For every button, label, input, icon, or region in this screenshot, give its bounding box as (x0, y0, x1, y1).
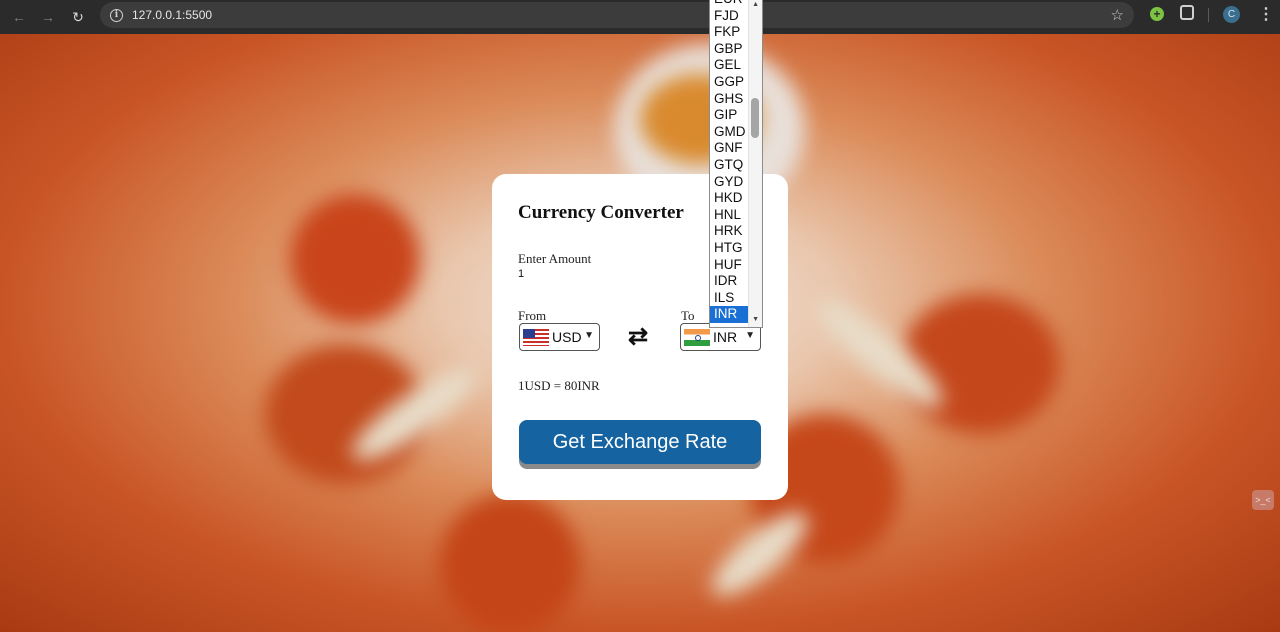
euro-symbol-shape (900, 294, 1060, 434)
chevron-down-icon: ▼ (745, 330, 755, 341)
from-currency-value: USD (552, 329, 582, 345)
reload-icon[interactable]: ↻ (63, 3, 93, 31)
dropdown-option[interactable]: HUF (710, 257, 750, 274)
dropdown-option[interactable]: ILS (710, 290, 750, 307)
dropdown-option[interactable]: GIP (710, 107, 750, 124)
amount-label: Enter Amount (518, 251, 592, 266)
dropdown-option[interactable]: HRK (710, 223, 750, 240)
bookmark-star-icon[interactable]: ☆ (1111, 6, 1124, 24)
more-menu-icon[interactable]: ⋮ (1258, 4, 1274, 24)
us-flag-icon (523, 328, 549, 346)
dropdown-option[interactable]: FKP (710, 24, 750, 41)
url-text: 127.0.0.1:5500 (132, 8, 213, 22)
site-info-icon[interactable]: i (110, 8, 123, 22)
get-exchange-rate-button[interactable]: Get Exchange Rate (519, 420, 761, 464)
floating-extension-icon[interactable]: >_< (1252, 490, 1274, 510)
dropdown-option[interactable]: HKD (710, 190, 750, 207)
extension-plus-icon[interactable]: + (1150, 7, 1164, 21)
toolbar-divider (1208, 8, 1209, 22)
dropdown-option[interactable]: INR (710, 306, 750, 323)
chevron-down-icon: ▼ (584, 330, 594, 341)
page-title: Currency Converter (518, 202, 684, 223)
dropdown-option[interactable]: IDR (710, 273, 750, 290)
currency-dropdown-list[interactable]: EURFJDFKPGBPGELGGPGHSGIPGMDGNFGTQGYDHKDH… (709, 0, 763, 328)
dropdown-option[interactable]: GHS (710, 91, 750, 108)
forward-arrow-icon[interactable]: → (33, 3, 63, 31)
dropdown-option[interactable]: GNF (710, 140, 750, 157)
browser-toolbar: ← → ↻ i 127.0.0.1:5500 ☆ + C ⋮ (0, 0, 1280, 34)
dropdown-option[interactable]: GEL (710, 57, 750, 74)
to-currency-value: INR (713, 329, 738, 345)
india-flag-icon (684, 328, 710, 346)
scroll-up-arrow-icon[interactable]: ▲ (752, 1, 759, 8)
to-label: To (681, 308, 695, 323)
scroll-down-arrow-icon[interactable]: ▼ (752, 316, 759, 323)
dropdown-option[interactable]: HTG (710, 240, 750, 257)
dropdown-option[interactable]: GTQ (710, 157, 750, 174)
dropdown-scrollbar[interactable]: ▲ ▼ (748, 0, 762, 327)
from-label: From (518, 308, 547, 323)
from-currency-select[interactable]: USD ▼ (519, 323, 600, 351)
amount-input[interactable] (518, 266, 698, 282)
extensions-puzzle-icon[interactable] (1180, 5, 1194, 20)
dropdown-option[interactable]: GGP (710, 74, 750, 91)
dropdown-option[interactable]: GMD (710, 124, 750, 141)
rupee-symbol-left-shape (290, 194, 420, 324)
dropdown-option[interactable]: EUR (710, 0, 750, 8)
swap-icon[interactable]: ⇄ (628, 322, 648, 351)
back-arrow-icon[interactable]: ← (4, 3, 34, 31)
profile-avatar[interactable]: C (1223, 6, 1240, 23)
dropdown-option[interactable]: FJD (710, 8, 750, 25)
dropdown-option[interactable]: GBP (710, 41, 750, 58)
dollar-symbol-shape (440, 494, 580, 632)
dropdown-option[interactable]: HNL (710, 207, 750, 224)
dropdown-option[interactable]: GYD (710, 174, 750, 191)
exchange-rate-message: 1USD = 80INR (518, 378, 600, 393)
scrollbar-thumb[interactable] (751, 98, 759, 138)
address-bar[interactable]: i 127.0.0.1:5500 ☆ (100, 2, 1134, 28)
